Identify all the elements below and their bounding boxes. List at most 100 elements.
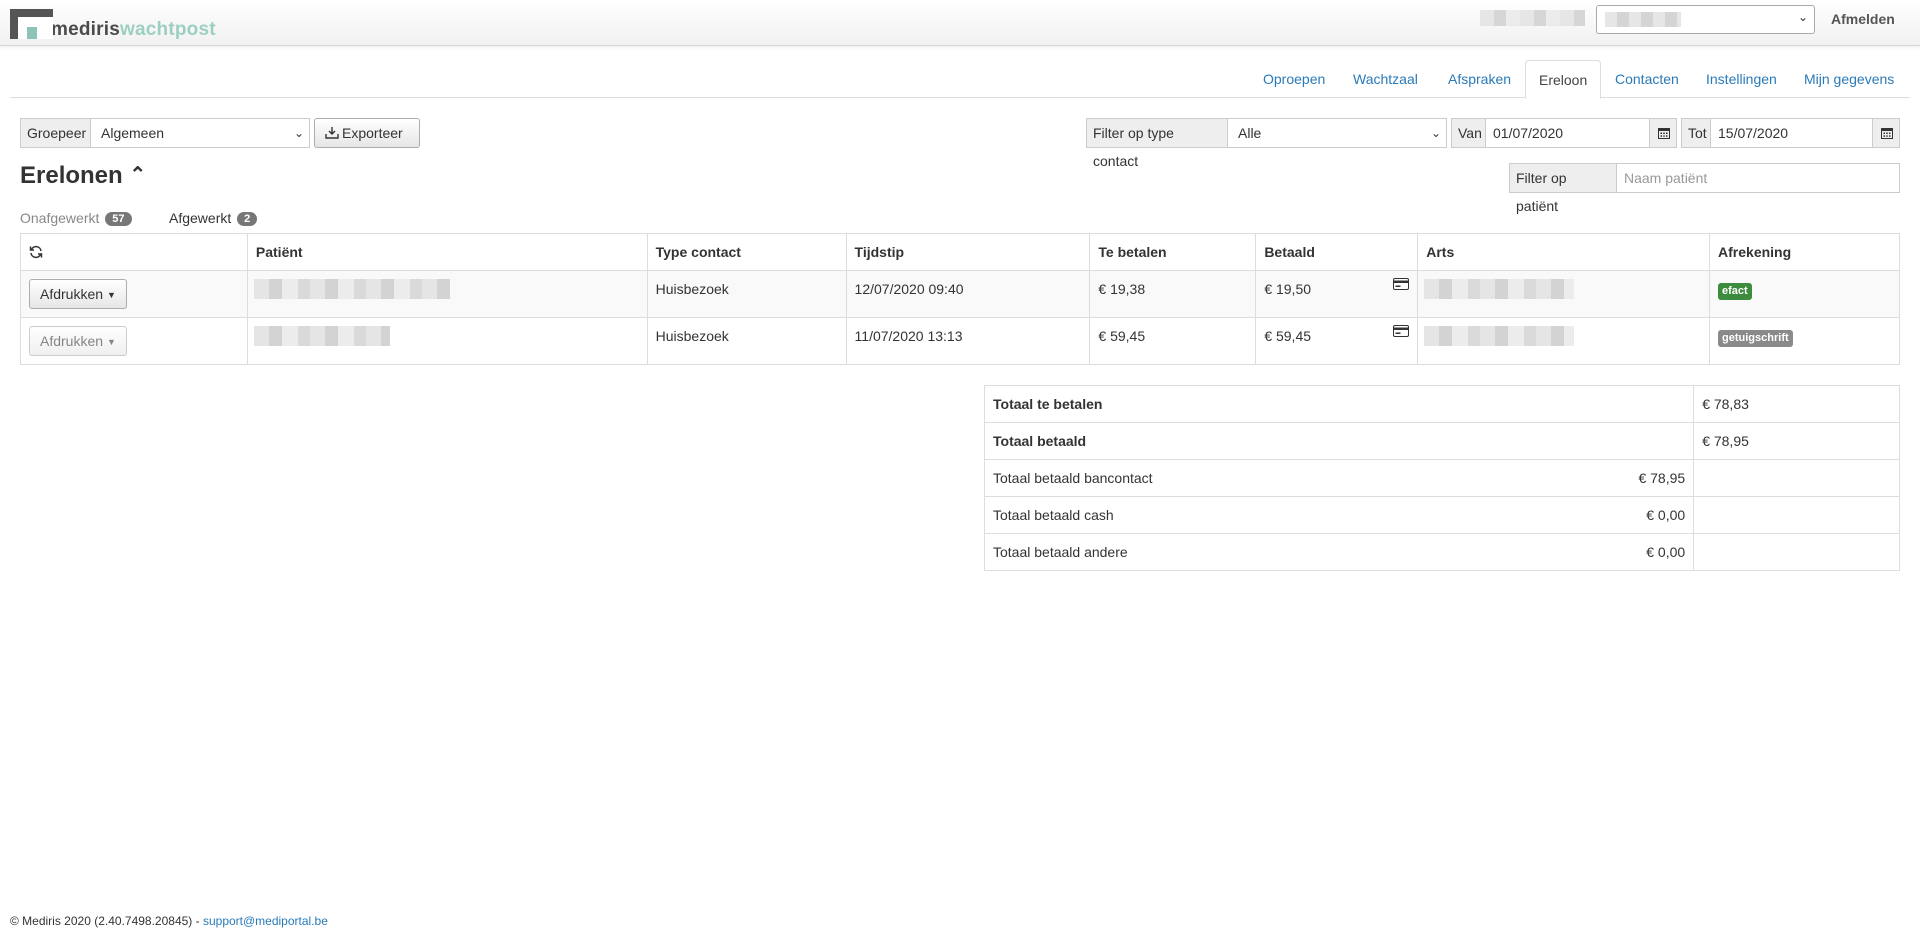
header-due[interactable]: Te betalen <box>1089 233 1257 271</box>
patient-cell[interactable] <box>247 270 648 318</box>
credit-card-icon <box>1393 325 1410 337</box>
group-label: Groepeer <box>20 118 91 148</box>
total-other-value: € 0,00 <box>1646 544 1686 560</box>
tab-wachtzaal[interactable]: Wachtzaal <box>1340 60 1431 98</box>
type-cell: Huisbezoek <box>647 270 847 318</box>
doctor-cell <box>1417 270 1711 318</box>
export-button-label: Exporteer <box>342 125 403 141</box>
settlement-label-getuigschrift[interactable]: getuigschrift <box>1718 330 1793 347</box>
doctor-name-redacted <box>1424 279 1575 299</box>
header-settlement[interactable]: Afrekening <box>1709 233 1900 271</box>
total-cash-value: € 0,00 <box>1646 507 1686 523</box>
tab-instellingen[interactable]: Instellingen <box>1693 60 1790 98</box>
header-doctor[interactable]: Arts <box>1417 233 1711 271</box>
footer-copyright: © Mediris 2020 (2.40.7498.20845) - <box>10 914 203 928</box>
contact-type-value: Alle <box>1238 125 1262 141</box>
export-button[interactable]: Exporteer <box>314 118 420 148</box>
doctor-name-redacted <box>1424 326 1575 346</box>
logo-mark-icon <box>10 9 53 39</box>
to-date-input[interactable]: 15/07/2020 <box>1710 118 1873 148</box>
total-due-label: Totaal te betalen <box>983 385 1695 423</box>
total-due-value: € 78,83 <box>1693 385 1900 423</box>
print-button-label: Afdrukken <box>40 286 104 302</box>
download-icon <box>325 127 339 139</box>
totals-row: Totaal te betalen € 78,83 <box>983 385 1900 423</box>
empty-cell <box>1693 496 1900 534</box>
table-row: Afdrukken ▼ Huisbezoek 11/07/2020 13:13 … <box>20 317 1900 365</box>
support-email-link[interactable]: support@mediportal.be <box>203 914 328 928</box>
group-select-value: Algemeen <box>101 125 165 141</box>
page-title[interactable]: Erelonen ⌃ <box>20 162 146 190</box>
credit-card-icon <box>1393 278 1410 290</box>
chevron-down-icon: ⌄ <box>293 126 304 140</box>
refresh-icon[interactable] <box>29 245 43 259</box>
header-time[interactable]: Tijdstip <box>846 233 1091 271</box>
table-header-row: Patiënt Type contact Tijdstip Te betalen… <box>20 233 1900 271</box>
contact-filter-label: Filter op type contact <box>1086 118 1228 169</box>
settlement-cell: efact <box>1709 270 1900 318</box>
print-dropdown-button[interactable]: Afdrukken ▼ <box>29 279 127 309</box>
contact-type-select[interactable]: Alle ⌄ <box>1227 118 1447 148</box>
total-cash-cell: Totaal betaald cash € 0,00 <box>983 496 1695 534</box>
totals-row: Totaal betaald andere € 0,00 <box>983 533 1900 571</box>
logout-link[interactable]: Afmelden <box>1831 11 1895 27</box>
done-count-badge: 2 <box>237 212 258 226</box>
subtab-afgewerkt[interactable]: Afgewerkt 2 <box>169 210 258 226</box>
tab-contacten[interactable]: Contacten <box>1602 60 1692 98</box>
from-date-input[interactable]: 01/07/2020 <box>1485 118 1650 148</box>
subtab-afgewerkt-label: Afgewerkt <box>169 210 232 226</box>
logo[interactable]: mediriswachtpost <box>10 9 216 39</box>
caret-down-icon: ▼ <box>106 337 116 347</box>
refresh-header-cell <box>20 233 248 271</box>
logo-text-part2: wachtpost <box>120 19 216 40</box>
due-cell: € 59,45 <box>1089 317 1257 365</box>
print-button-label: Afdrukken <box>40 333 104 349</box>
tab-ereloon[interactable]: Ereloon <box>1525 60 1602 99</box>
totals-row: Totaal betaald € 78,95 <box>983 422 1900 460</box>
collapse-chevron-icon: ⌃ <box>129 164 147 186</box>
location-value-redacted <box>1605 12 1681 27</box>
total-paid-label: Totaal betaald <box>983 422 1695 460</box>
calendar-icon <box>1881 128 1893 139</box>
type-cell: Huisbezoek <box>647 317 847 365</box>
empty-cell <box>1693 459 1900 497</box>
to-calendar-button[interactable] <box>1872 118 1900 148</box>
chevron-down-icon: ⌄ <box>1797 10 1808 24</box>
total-paid-value: € 78,95 <box>1693 422 1900 460</box>
calendar-icon <box>1658 128 1670 139</box>
from-label: Van <box>1451 118 1486 148</box>
print-dropdown-button[interactable]: Afdrukken ▼ <box>29 326 127 356</box>
fees-table: Patiënt Type contact Tijdstip Te betalen… <box>20 233 1900 365</box>
settlement-label-efact[interactable]: efact <box>1718 283 1752 300</box>
time-cell: 12/07/2020 09:40 <box>846 270 1091 318</box>
logo-text-part1: mediris <box>51 19 120 40</box>
page-title-text: Erelonen <box>20 162 123 189</box>
from-calendar-button[interactable] <box>1649 118 1677 148</box>
patient-name-redacted <box>253 279 450 299</box>
header-paid[interactable]: Betaald <box>1255 233 1419 271</box>
group-select[interactable]: Algemeen ⌄ <box>90 118 310 148</box>
tab-afspraken[interactable]: Afspraken <box>1435 60 1524 98</box>
header-patient[interactable]: Patiënt <box>247 233 648 271</box>
paid-value: € 59,45 <box>1264 328 1312 344</box>
subtab-onafgewerkt[interactable]: Onafgewerkt 57 <box>20 210 132 226</box>
total-cash-label: Totaal betaald cash <box>993 507 1114 523</box>
row-actions-cell: Afdrukken ▼ <box>20 270 248 318</box>
tab-mijn-gegevens[interactable]: Mijn gegevens <box>1791 60 1907 98</box>
header-type[interactable]: Type contact <box>647 233 847 271</box>
patient-filter-input[interactable]: Naam patiënt <box>1616 163 1900 193</box>
paid-value: € 19,50 <box>1264 281 1312 297</box>
paid-cell: € 59,45 <box>1255 317 1419 365</box>
row-actions-cell: Afdrukken ▼ <box>20 317 248 365</box>
footer: © Mediris 2020 (2.40.7498.20845) - suppo… <box>10 914 328 928</box>
table-row: Afdrukken ▼ Huisbezoek 12/07/2020 09:40 … <box>20 270 1900 318</box>
patient-cell[interactable] <box>247 317 648 365</box>
empty-cell <box>1693 533 1900 571</box>
user-name-redacted <box>1480 10 1585 26</box>
location-select[interactable]: ⌄ <box>1596 5 1815 34</box>
settlement-cell: getuigschrift <box>1709 317 1900 365</box>
totals-row: Totaal betaald bancontact € 78,95 <box>983 459 1900 497</box>
tab-oproepen[interactable]: Oproepen <box>1250 60 1338 98</box>
due-cell: € 19,38 <box>1089 270 1257 318</box>
main-tabs: Oproepen Wachtzaal Afspraken Ereloon Con… <box>10 60 1910 99</box>
